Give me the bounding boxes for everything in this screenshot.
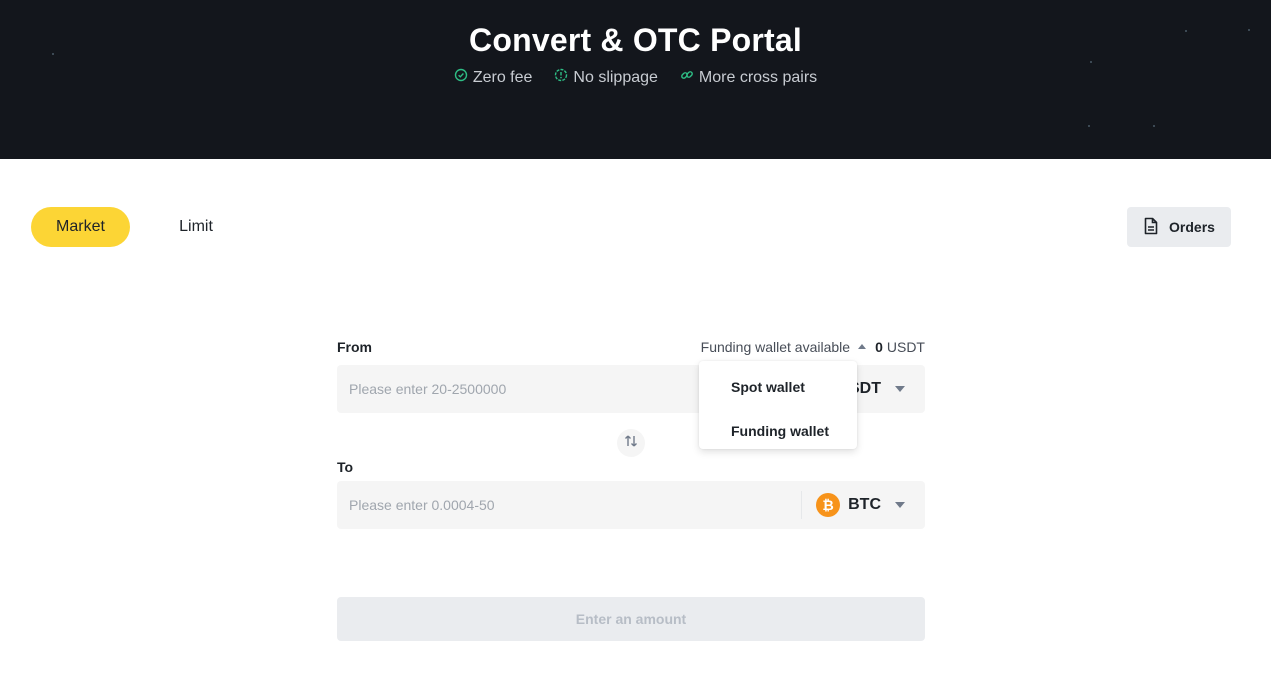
- to-coin-label: BTC: [848, 496, 881, 513]
- chevron-down-icon: [895, 386, 905, 392]
- to-coin-select[interactable]: ₿ BTC: [816, 481, 905, 529]
- star-decoration: [1090, 61, 1092, 63]
- feature-label: No slippage: [573, 68, 658, 86]
- enter-amount-button[interactable]: Enter an amount: [337, 597, 925, 641]
- to-label: To: [337, 459, 354, 475]
- balance-unit: USDT: [886, 339, 925, 355]
- hero-banner: Convert & OTC Portal Zero fee No slippag…: [0, 0, 1271, 159]
- check-circle-icon: [454, 68, 468, 87]
- orders-button[interactable]: Orders: [1127, 207, 1231, 247]
- tab-limit[interactable]: Limit: [160, 207, 232, 247]
- feature-no-slippage: No slippage: [554, 68, 658, 87]
- link-icon: [680, 68, 694, 87]
- feature-label: More cross pairs: [698, 68, 818, 86]
- wallet-dropdown-menu: Spot wallet Funding wallet: [699, 361, 857, 449]
- feature-cross-pairs: More cross pairs: [680, 68, 817, 87]
- orders-label: Orders: [1169, 219, 1215, 235]
- caret-up-icon: [858, 343, 867, 349]
- page-title: Convert & OTC Portal: [469, 22, 802, 58]
- star-decoration: [1153, 125, 1155, 127]
- swap-arrows-icon: [623, 433, 639, 454]
- balance-amount: 0: [875, 339, 883, 355]
- feature-label: Zero fee: [472, 68, 533, 86]
- document-icon: [1143, 217, 1159, 238]
- to-amount-input[interactable]: [337, 481, 777, 529]
- swap-button[interactable]: [617, 429, 645, 457]
- tab-market[interactable]: Market: [31, 207, 130, 247]
- to-amount-field: ₿ BTC: [337, 481, 925, 529]
- feature-zero-fee: Zero fee: [454, 68, 533, 87]
- feature-list: Zero fee No slippage More cross pairs: [0, 68, 1271, 87]
- shield-check-icon: [554, 68, 568, 87]
- menu-item-funding-wallet[interactable]: Funding wallet: [699, 409, 857, 453]
- wallet-selector[interactable]: Funding wallet available 0 USDT: [699, 339, 925, 355]
- bitcoin-icon: ₿: [816, 493, 841, 517]
- from-coin-select[interactable]: SDT: [849, 365, 905, 413]
- from-label: From: [337, 339, 372, 355]
- wallet-label: Funding wallet available: [700, 339, 851, 355]
- chevron-down-icon: [895, 502, 905, 508]
- menu-item-spot-wallet[interactable]: Spot wallet: [699, 365, 857, 409]
- star-decoration: [1088, 125, 1090, 127]
- divider: [801, 491, 802, 519]
